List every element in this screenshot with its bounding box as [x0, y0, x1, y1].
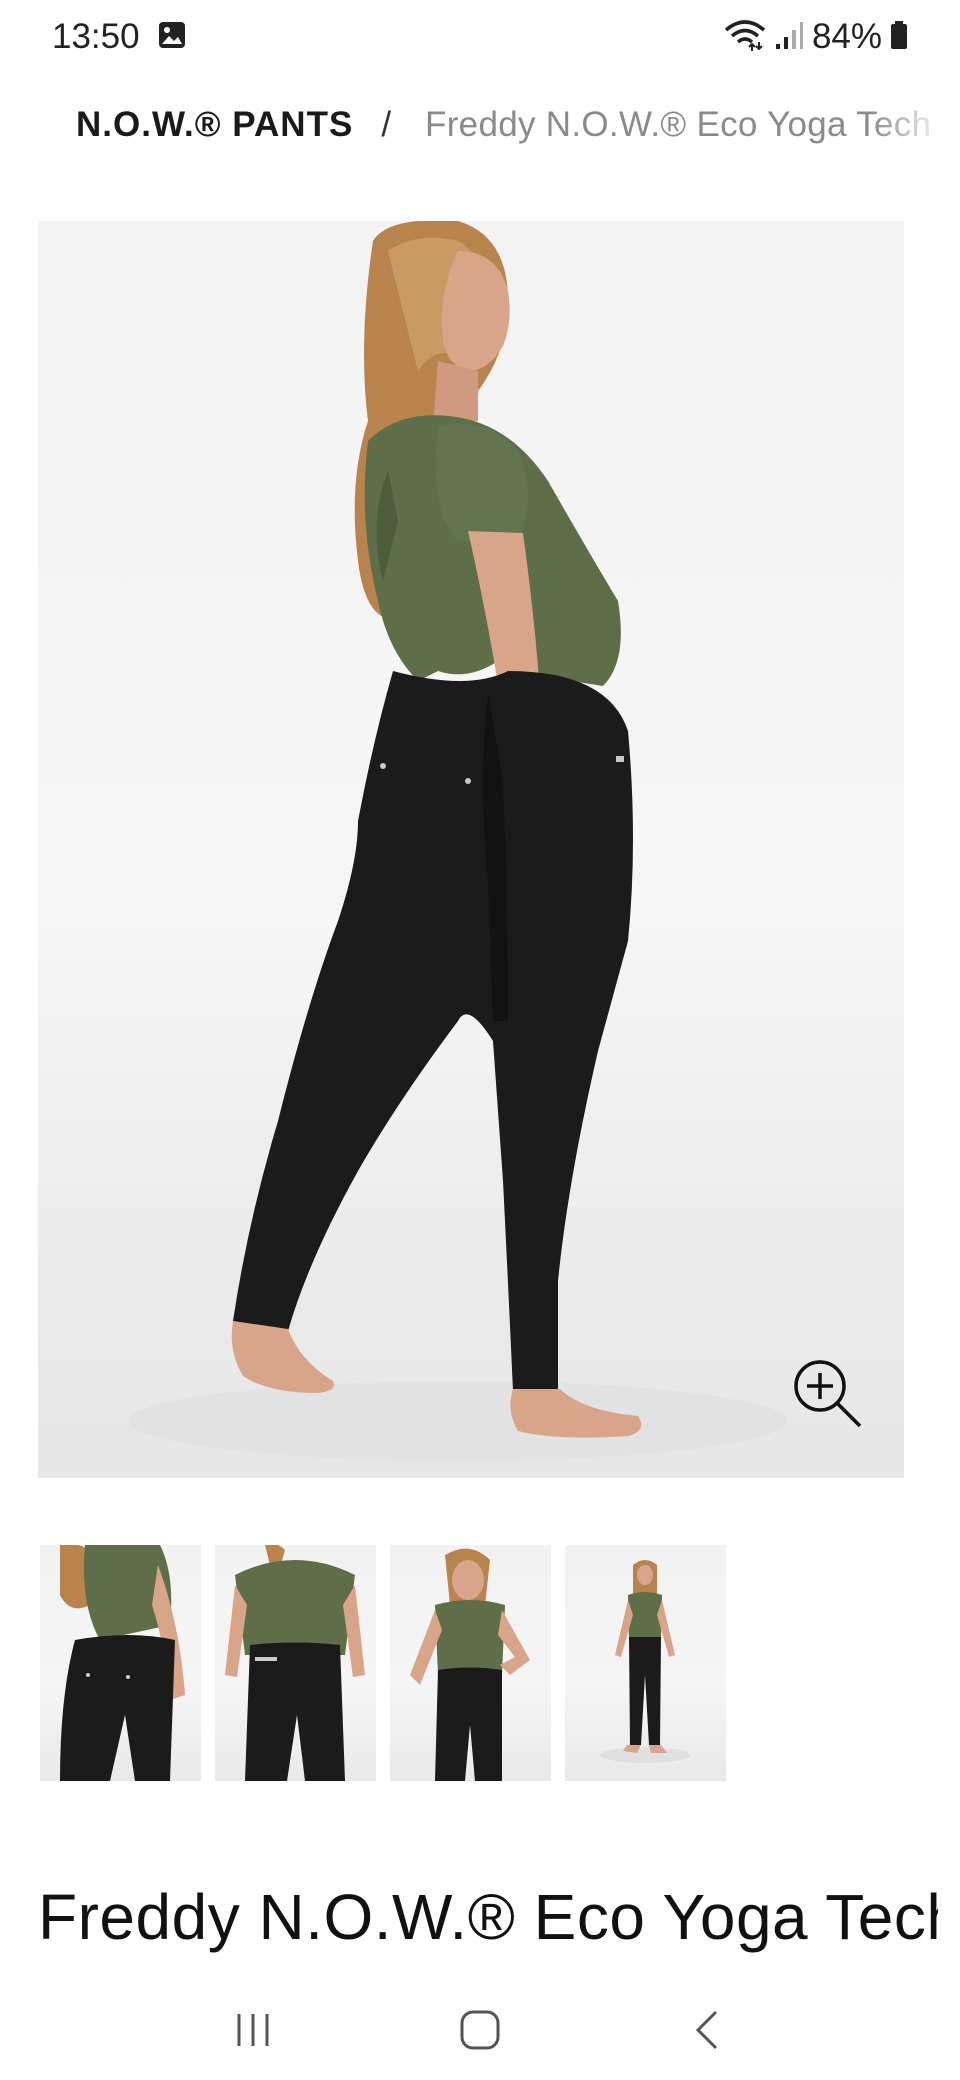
product-title: Freddy N.O.W.® Eco Yoga Tech	[38, 1881, 938, 1953]
wifi-icon	[724, 18, 766, 57]
model-illustration	[128, 221, 788, 1461]
thumbnail-1[interactable]	[40, 1545, 201, 1781]
status-time: 13:50	[52, 17, 140, 56]
back-button[interactable]	[677, 2000, 737, 2060]
thumbnail-strip	[40, 1545, 726, 1781]
breadcrumb-current: Freddy N.O.W.® Eco Yoga Tech	[425, 105, 932, 144]
thumbnail-3[interactable]	[390, 1545, 551, 1781]
product-page: 13:50 84% N.O.W.® PANTS / Freddy N.O.W.®…	[0, 0, 960, 2080]
thumbnail-4[interactable]	[565, 1545, 726, 1781]
back-icon	[695, 2010, 717, 2050]
signal-icon	[774, 20, 804, 55]
breadcrumb-separator: /	[381, 105, 392, 144]
home-button[interactable]	[450, 2000, 510, 2060]
status-bar: 13:50 84%	[0, 0, 960, 74]
recent-apps-button[interactable]	[223, 2000, 283, 2060]
battery-icon	[890, 20, 908, 55]
battery-percent: 84%	[811, 17, 882, 56]
status-left: 13:50	[52, 17, 186, 57]
recent-apps-icon	[237, 2014, 269, 2046]
gallery-icon	[158, 21, 186, 54]
breadcrumb-fade	[870, 96, 960, 156]
status-right: 84%	[724, 17, 908, 57]
zoom-button[interactable]	[790, 1356, 870, 1436]
thumbnail-2[interactable]	[215, 1545, 376, 1781]
main-product-image[interactable]	[38, 221, 904, 1478]
breadcrumb: N.O.W.® PANTS / Freddy N.O.W.® Eco Yoga …	[76, 100, 960, 150]
breadcrumb-link-now-pants[interactable]: N.O.W.® PANTS	[76, 105, 353, 145]
zoom-in-icon	[794, 1360, 862, 1428]
home-icon	[460, 2010, 500, 2050]
system-nav-bar	[0, 1980, 960, 2080]
